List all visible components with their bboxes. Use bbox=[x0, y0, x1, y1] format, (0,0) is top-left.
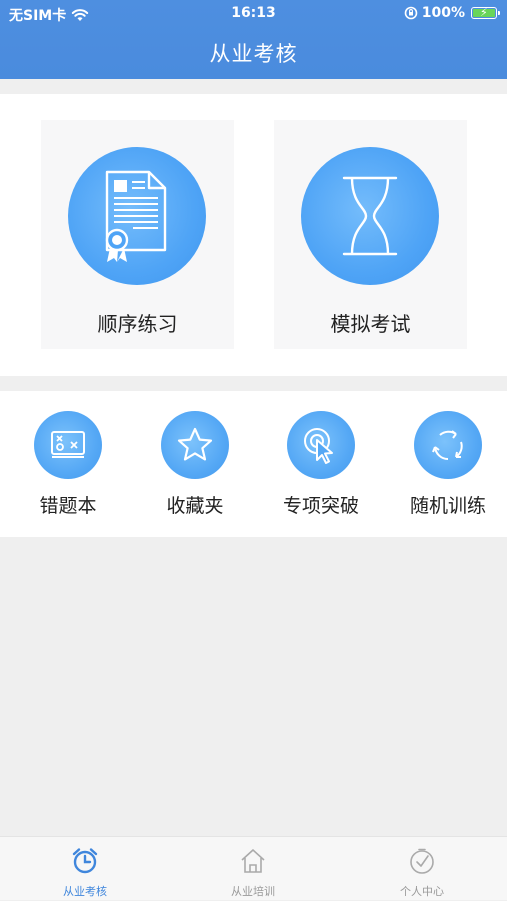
item-random-training[interactable]: 随机训练 bbox=[393, 411, 503, 527]
item-special-breakthrough[interactable]: 专项突破 bbox=[266, 411, 376, 527]
main-tiles-panel: 顺序练习 模拟考试 bbox=[0, 94, 507, 376]
item-label: 随机训练 bbox=[409, 495, 486, 517]
item-label: 收藏夹 bbox=[166, 495, 224, 517]
item-label: 专项突破 bbox=[282, 495, 359, 517]
quick-actions-panel: 错题本 收藏夹 专项突破 随机训练 bbox=[0, 391, 507, 537]
tile-mock-exam[interactable]: 模拟考试 bbox=[274, 120, 467, 349]
star-icon bbox=[161, 411, 229, 479]
battery-percent: 100% bbox=[421, 5, 465, 21]
page-title: 从业考核 bbox=[209, 42, 298, 66]
tile-label: 顺序练习 bbox=[97, 312, 178, 336]
tile-label: 模拟考试 bbox=[330, 312, 411, 336]
tab-label: 从业培训 bbox=[231, 885, 275, 898]
tab-exam[interactable]: 从业考核 bbox=[25, 847, 145, 901]
refresh-cycle-icon bbox=[414, 411, 482, 479]
tab-label: 个人中心 bbox=[400, 885, 444, 898]
app-header: 无SIM卡 16:13 100% ⚡ 从业考核 bbox=[0, 0, 507, 79]
wrong-questions-board-icon bbox=[34, 411, 102, 479]
certificate-document-icon bbox=[68, 147, 206, 285]
target-cursor-icon bbox=[287, 411, 355, 479]
battery-icon: ⚡ bbox=[471, 6, 500, 19]
tab-training[interactable]: 从业培训 bbox=[193, 847, 313, 901]
status-right: 100% ⚡ bbox=[404, 5, 500, 21]
house-icon bbox=[241, 849, 265, 873]
alarm-clock-icon bbox=[72, 848, 98, 874]
tab-label: 从业考核 bbox=[63, 885, 107, 898]
status-bar: 无SIM卡 16:13 100% ⚡ bbox=[0, 0, 507, 28]
check-clock-icon bbox=[410, 848, 434, 874]
tab-profile[interactable]: 个人中心 bbox=[362, 847, 482, 901]
tab-bar: 从业考核 从业培训 个人中心 bbox=[0, 836, 507, 900]
hourglass-icon bbox=[301, 147, 439, 285]
orientation-lock-icon bbox=[404, 6, 418, 20]
item-favorites[interactable]: 收藏夹 bbox=[140, 411, 250, 527]
item-label: 错题本 bbox=[39, 495, 97, 517]
item-wrong-questions[interactable]: 错题本 bbox=[13, 411, 123, 527]
tile-sequential-practice[interactable]: 顺序练习 bbox=[41, 120, 234, 349]
